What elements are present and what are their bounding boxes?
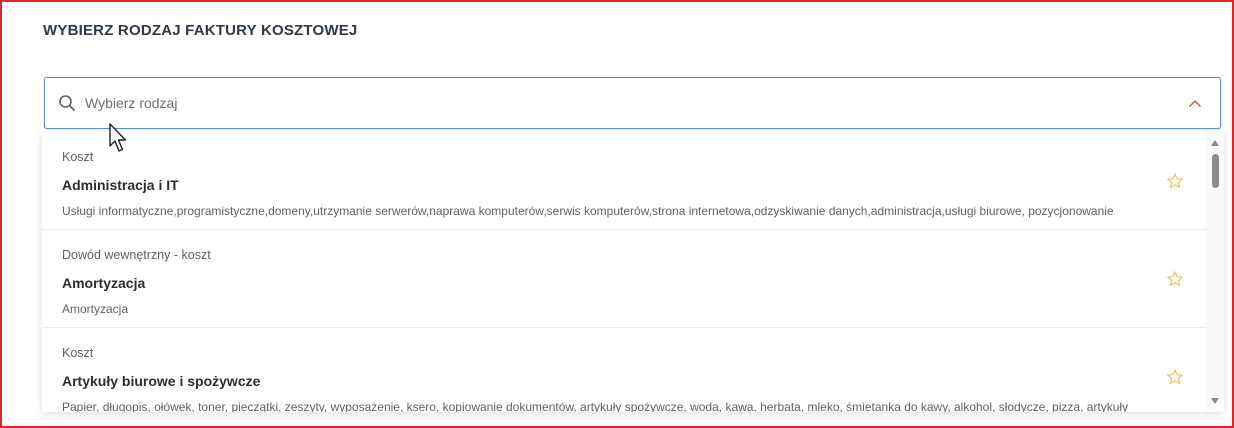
- star-icon[interactable]: [1166, 368, 1184, 386]
- invoice-type-select[interactable]: [44, 77, 1221, 129]
- option-name: Artykuły biurowe i spożywcze: [62, 373, 261, 389]
- option-name: Amortyzacja: [62, 275, 146, 291]
- chevron-up-icon[interactable]: [1188, 98, 1202, 108]
- options-dropdown: Koszt Administracja i IT Usługi informat…: [42, 132, 1224, 412]
- search-input[interactable]: [85, 90, 1165, 116]
- option-description: Usługi informatyczne,programistyczne,dom…: [62, 204, 1114, 218]
- list-item[interactable]: Koszt Artykuły biurowe i spożywcze Papie…: [42, 328, 1206, 412]
- search-icon: [59, 95, 75, 111]
- scroll-down-arrow-icon[interactable]: [1211, 398, 1219, 404]
- option-name: Administracja i IT: [62, 177, 179, 193]
- star-icon[interactable]: [1166, 172, 1184, 190]
- star-icon[interactable]: [1166, 270, 1184, 288]
- cursor-icon: [109, 123, 127, 152]
- page-title: WYBIERZ RODZAJ FAKTURY KOSZTOWEJ: [43, 22, 358, 39]
- scrollbar-thumb[interactable]: [1212, 154, 1219, 188]
- option-category: Dowód wewnętrzny - koszt: [62, 248, 211, 262]
- option-description: Papier, długopis, ołówek, toner, piecząt…: [62, 400, 1129, 412]
- dropdown-scrollbar[interactable]: [1206, 132, 1224, 412]
- option-category: Koszt: [62, 150, 94, 164]
- list-item[interactable]: Koszt Administracja i IT Usługi informat…: [42, 132, 1206, 230]
- page-frame: WYBIERZ RODZAJ FAKTURY KOSZTOWEJ Koszt A…: [0, 0, 1234, 428]
- list-item[interactable]: Dowód wewnętrzny - koszt Amortyzacja Amo…: [42, 230, 1206, 328]
- scroll-up-arrow-icon[interactable]: [1211, 140, 1219, 146]
- options-list: Koszt Administracja i IT Usługi informat…: [42, 132, 1206, 412]
- option-description: Amortyzacja: [62, 302, 129, 316]
- option-category: Koszt: [62, 346, 94, 360]
